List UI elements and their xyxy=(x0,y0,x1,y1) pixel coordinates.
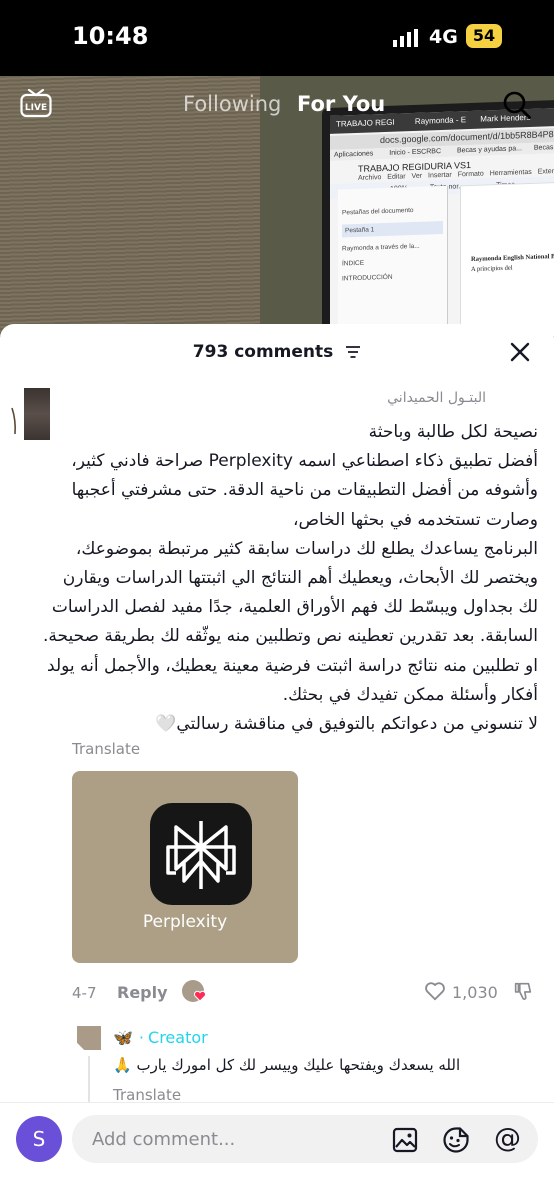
creator-label: Creator xyxy=(148,1028,208,1047)
video-bookmark: Becas y ayudas pa... xyxy=(456,145,522,155)
status-time: 10:48 xyxy=(72,22,149,50)
comment-line: البرنامج يساعدك يطلع لك دراسات سابقة كثي… xyxy=(75,538,538,559)
video-bookmark: Becas y ya xyxy=(533,144,554,152)
comment-line: لك بجداول ويبسّط لك فهم الأوراق العلمية،… xyxy=(51,597,538,618)
reply-text: الله يسعدك ويفتحها عليك وييسر لك كل امور… xyxy=(113,1056,461,1074)
reply-avatar[interactable] xyxy=(77,1026,101,1050)
heart-icon[interactable] xyxy=(424,980,446,1002)
emoji-icon[interactable] xyxy=(442,1126,470,1154)
video-menu-item: Insertar xyxy=(428,171,452,180)
perplexity-logo-icon xyxy=(150,803,252,905)
network-type: 4G xyxy=(429,26,458,48)
image-icon[interactable] xyxy=(392,1127,418,1153)
avatar-decoration-icon xyxy=(11,407,16,435)
status-bar: 10:48 4G 54 xyxy=(0,0,554,76)
filter-icon[interactable] xyxy=(345,345,361,359)
attachment-caption: Perplexity xyxy=(142,912,228,932)
close-icon[interactable] xyxy=(508,340,532,364)
video-bookmark: Aplicaciones xyxy=(334,150,374,159)
dislike-icon[interactable] xyxy=(512,980,534,1002)
video-page-heading: Raymonda English National B xyxy=(471,253,554,263)
comments-count-label: 793 comments xyxy=(192,342,334,362)
video-menu-item: Formato xyxy=(457,170,484,179)
video-menu-item: Herramientas xyxy=(489,168,532,178)
comment-date: 4-7 xyxy=(72,984,97,1002)
tab-following[interactable]: Following xyxy=(183,92,281,116)
comment-input-bar: S @ xyxy=(0,1102,554,1200)
video-menu-item: Extensiones xyxy=(537,167,554,176)
avatar[interactable] xyxy=(24,388,50,440)
translate-link[interactable]: Translate xyxy=(72,740,140,758)
comment-line: وصارت تستخدمه في بحثها الخاص، xyxy=(292,509,538,530)
comment-actions: 4-7 Reply 1,030 xyxy=(72,978,538,1006)
heart-badge-icon xyxy=(194,990,206,1002)
comment-line: وأشوفه من أفضل التطبيقات من ناحية الدقة.… xyxy=(71,480,538,501)
comments-count: 793 comments xyxy=(0,342,554,362)
comment-username[interactable]: البتـول الحميداني xyxy=(387,390,486,406)
comments-header: 793 comments xyxy=(0,324,554,378)
mention-icon[interactable]: @ xyxy=(494,1123,521,1154)
comment-line: نصيحة لكل طالبة وباحثة xyxy=(368,422,538,442)
creator-badge: 🦋 · Creator xyxy=(113,1028,208,1047)
video-menu-item: Archivo xyxy=(358,174,382,182)
video-bookmark: Inicio - ESCRBC xyxy=(389,148,441,157)
video-sidebar-tab: Pestaña 1 xyxy=(342,220,443,238)
video-sidebar-item: Raymonda a través de la... xyxy=(342,242,420,253)
video-page-line: A principios del xyxy=(471,264,513,273)
comment-line: ويختصر لك الأبحاث، ويعطيك أهم النتائج ال… xyxy=(62,568,538,589)
comment-image-attachment[interactable]: Perplexity xyxy=(72,771,298,963)
video-menu-item: Editar xyxy=(387,173,406,181)
reply-button[interactable]: Reply xyxy=(117,983,168,1002)
top-nav: LIVE Following For You xyxy=(0,76,554,136)
live-label: LIVE xyxy=(25,103,47,113)
like-count: 1,030 xyxy=(452,983,498,1002)
dot-separator: · xyxy=(138,1028,145,1047)
video-doc-page: Raymonda English National B A principios… xyxy=(460,181,554,336)
comments-sheet: 793 comments البتـول الحميداني نصيحة لكل… xyxy=(0,324,554,1200)
video-menu-item: Ver xyxy=(411,172,423,181)
signal-icon xyxy=(393,29,418,47)
video-sidebar-title: Pestañas del documento xyxy=(342,206,414,217)
comment-line: لا تنسوني من دعواتكم بالتوفيق في مناقشة … xyxy=(155,714,538,735)
tab-for-you[interactable]: For You xyxy=(297,92,385,116)
comment-line: أفكار وأسئلة ممكن تفيدك في بحثك. xyxy=(282,684,538,705)
battery-indicator: 54 xyxy=(466,24,502,48)
user-avatar[interactable]: S xyxy=(16,1116,62,1162)
butterfly-icon: 🦋 xyxy=(113,1028,133,1047)
comment-line: او تطلبين منه نتائج دراسة اثبتت فرضية مع… xyxy=(47,655,538,676)
comment-line: السابقة. بعد تقدرين تعطينه نص وتطلبين من… xyxy=(42,626,538,647)
comment-text: نصيحة لكل طالبة وباحثة أفضل تطبيق ذكاء ا… xyxy=(42,418,538,739)
video-sidebar-item: ÍNDICE xyxy=(342,259,365,268)
creator-liked-avatar xyxy=(182,980,206,1002)
search-icon[interactable] xyxy=(502,90,532,120)
comment-line: أفضل تطبيق ذكاء اصطناعي اسمه Perplexity … xyxy=(71,451,538,472)
reply-thread-line xyxy=(88,1056,90,1106)
live-icon[interactable]: LIVE xyxy=(20,88,52,118)
video-sidebar-item: INTRODUCCIÓN xyxy=(342,273,393,283)
video-doc-sidebar: Pestañas del documento Pestaña 1 Raymond… xyxy=(338,185,448,336)
